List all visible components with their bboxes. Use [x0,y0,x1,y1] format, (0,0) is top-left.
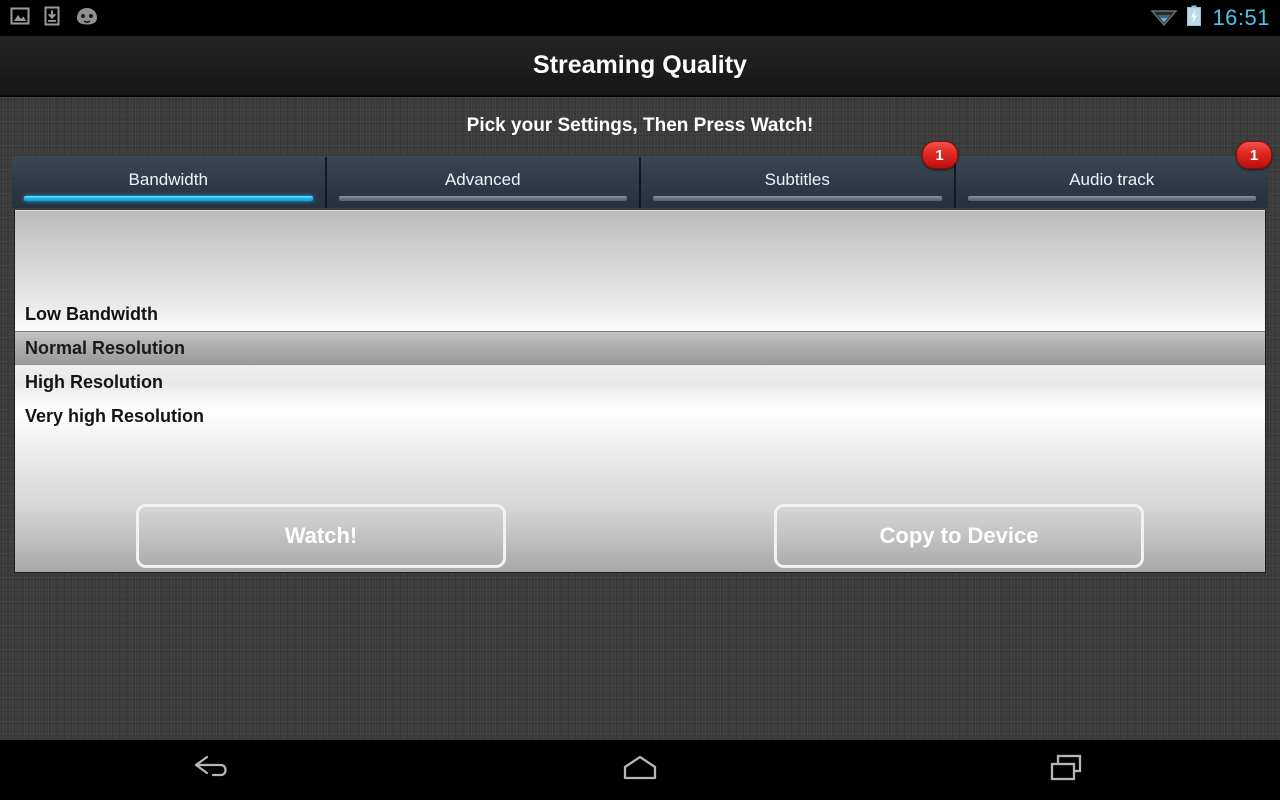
tab-active-indicator [24,196,313,201]
list-top-spacer [15,210,1265,297]
home-button[interactable] [427,740,854,800]
tab-label: Audio track [1069,170,1155,189]
list-item-label: Very high Resolution [25,406,205,426]
back-button[interactable] [0,740,427,800]
list-item-label: Low Bandwidth [25,304,158,324]
copy-to-device-button-label: Copy to Device [879,523,1039,548]
android-head-icon [74,6,100,31]
wifi-icon [1150,5,1179,32]
recents-icon [1042,752,1092,789]
status-bar-clock: 16:51 [1212,5,1270,30]
status-badge: 1 [921,141,958,169]
battery-charging-icon [1186,5,1202,32]
list-item[interactable]: High Resolution [15,365,1265,399]
image-icon [10,6,30,31]
tab-indicator [967,196,1256,201]
tab-label: Subtitles [764,170,830,189]
tab-audio-track[interactable]: Audio track 1 [955,141,1272,208]
status-bar-notification-icons [10,6,100,31]
copy-to-device-button[interactable]: Copy to Device [774,504,1144,568]
tab-indicator [653,196,942,201]
watch-button-label: Watch! [284,523,358,548]
watch-button[interactable]: Watch! [136,504,506,568]
list-item-label: Normal Resolution [25,338,186,358]
recents-button[interactable] [853,740,1280,800]
status-bar: 16:51 [0,0,1280,36]
list-item[interactable]: Normal Resolution [15,331,1265,365]
list-item[interactable]: Low Bandwidth [15,297,1265,331]
list-item-label: High Resolution [25,372,163,392]
list-item[interactable]: Very high Resolution [15,399,1265,433]
tab-label: Advanced [444,170,521,189]
download-icon [44,6,60,31]
content-area: Pick your Settings, Then Press Watch! Ba… [0,97,1280,740]
list-rows: Low Bandwidth Normal Resolution High Res… [15,297,1265,433]
tab-indicator [338,196,627,201]
page-title: Streaming Quality [533,51,747,79]
android-navigation-bar [0,740,1280,800]
android-screen: 16:51 Streaming Quality Pick your Settin… [0,0,1280,800]
tab-subtitles[interactable]: Subtitles 1 [641,141,958,208]
tab-bandwidth[interactable]: Bandwidth [12,157,327,208]
status-badge: 1 [1236,141,1272,169]
tab-label: Bandwidth [128,170,208,189]
back-icon [191,753,235,788]
home-icon [615,752,665,789]
tab-advanced[interactable]: Advanced [326,157,641,208]
instruction-text: Pick your Settings, Then Press Watch! [466,115,814,136]
action-bar: Streaming Quality [0,36,1280,96]
tab-bar: Bandwidth Advanced Subtitles 1 Audio tra… [12,141,1272,208]
status-bar-system-icons: 16:51 [1150,5,1270,32]
